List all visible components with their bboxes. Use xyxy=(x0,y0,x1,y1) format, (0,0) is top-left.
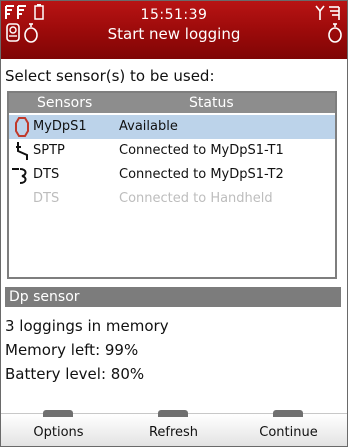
sensor-status: Connected to Handheld xyxy=(119,191,273,206)
column-header-status: Status xyxy=(189,95,234,111)
softkey-tab xyxy=(158,410,188,417)
sensor-name: DTS xyxy=(33,191,60,206)
options-label: Options xyxy=(33,425,84,440)
softkey-bar: Options Refresh Continue xyxy=(1,410,347,446)
memory-left: Memory left: 99% xyxy=(5,341,139,359)
dp-sensor-icon xyxy=(15,117,29,141)
sensor-status: Connected to MyDpS1-T1 xyxy=(119,143,284,158)
temperature-probe-icon xyxy=(11,165,31,189)
softkey-tab xyxy=(43,410,73,417)
refresh-label: Refresh xyxy=(148,425,199,440)
options-softkey[interactable]: Options xyxy=(1,410,116,446)
sensor-row-sptp[interactable]: SPTP Connected to MyDpS1-T1 xyxy=(9,139,335,163)
battery-level: Battery level: 80% xyxy=(5,365,145,383)
continue-label: Continue xyxy=(259,425,318,440)
sensor-list[interactable]: Sensors Status MyDpS1 Available SPTP Con… xyxy=(7,91,337,279)
sensor-row-dts-handheld: DTS Connected to Handheld xyxy=(9,187,335,211)
device-screen: 15:51:39 Start new logging Select sensor… xyxy=(0,0,348,447)
details-heading: Dp sensor xyxy=(5,287,341,307)
softkey-tab xyxy=(273,410,303,417)
sensor-row-mydps1[interactable]: MyDpS1 Available xyxy=(9,115,335,139)
sensor-status: Available xyxy=(119,119,178,134)
clock: 15:51:39 xyxy=(140,7,208,23)
select-sensors-prompt: Select sensor(s) to be used: xyxy=(5,67,215,85)
refresh-softkey[interactable]: Refresh xyxy=(116,410,231,446)
sensor-name: DTS xyxy=(33,167,60,182)
temperature-probe-icon xyxy=(15,141,31,165)
column-header-sensors: Sensors xyxy=(37,95,93,111)
loggings-count: 3 loggings in memory xyxy=(5,317,169,335)
continue-softkey[interactable]: Continue xyxy=(231,410,346,446)
title-bar: 15:51:39 Start new logging xyxy=(1,1,347,59)
sensor-status: Connected to MyDpS1-T2 xyxy=(119,167,284,182)
sensor-name: SPTP xyxy=(33,143,65,158)
sensor-name: MyDpS1 xyxy=(33,119,87,134)
sensor-list-header: Sensors Status xyxy=(9,93,335,113)
sensor-row-dts[interactable]: DTS Connected to MyDpS1-T2 xyxy=(9,163,335,187)
screen-title: Start new logging xyxy=(107,25,241,43)
